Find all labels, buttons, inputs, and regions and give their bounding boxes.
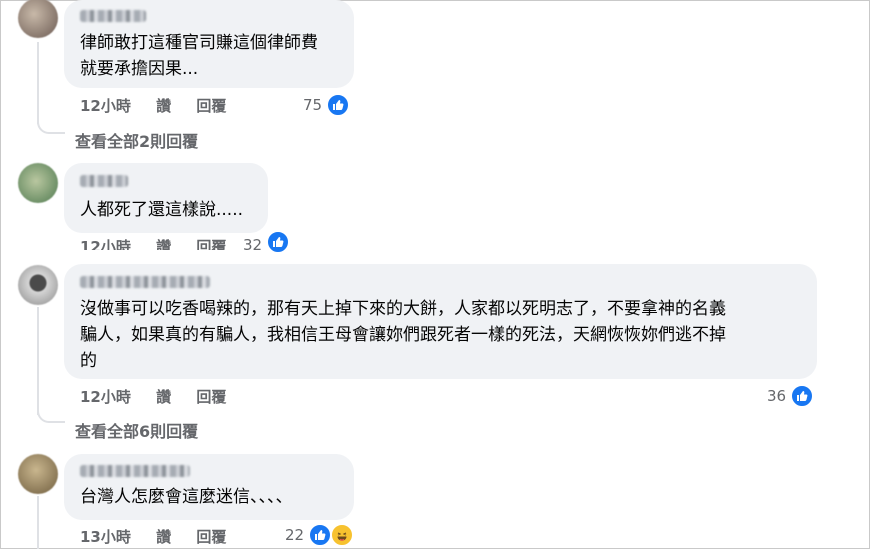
thumbs-up-icon — [326, 93, 351, 117]
reply-link[interactable]: 回覆 — [196, 238, 226, 250]
thumbs-up-icon — [266, 232, 291, 252]
thread-connector — [37, 118, 65, 134]
comment-text: 沒做事可以吃香喝辣的，那有天上掉下來的大餅，人家都以死明志了，不要拿神的名義 騙… — [80, 299, 726, 371]
reaction-count[interactable]: 36 — [767, 384, 815, 408]
comment-text: 台灣人怎麼會這麼迷信、、、、 — [80, 487, 293, 507]
reply-link[interactable]: 回覆 — [196, 388, 226, 406]
comment-text: 律師敢打這種官司賺這個律師費 就要承擔因果... — [80, 33, 318, 79]
reaction-count[interactable]: 32 — [243, 232, 291, 252]
thumbs-up-icon — [790, 384, 815, 408]
like-link[interactable]: 讚 — [156, 238, 171, 250]
view-all-replies[interactable]: 查看全部2則回覆 — [75, 128, 198, 152]
like-link[interactable]: 讚 — [156, 97, 171, 115]
commenter-name[interactable] — [80, 276, 210, 288]
comment-bubble: 沒做事可以吃香喝辣的，那有天上掉下來的大餅，人家都以死明志了，不要拿神的名義 騙… — [64, 264, 817, 379]
thread-connector — [37, 407, 65, 423]
reaction-count[interactable]: 22 — [285, 523, 355, 547]
like-count: 36 — [767, 387, 787, 405]
thread-line — [37, 42, 39, 124]
like-count: 22 — [285, 526, 305, 544]
comment-meta: 12小時 讚 回覆 — [80, 236, 246, 250]
like-link[interactable]: 讚 — [156, 388, 171, 406]
comment-meta: 13小時 讚 回覆 — [80, 526, 246, 547]
commenter-name[interactable] — [80, 465, 190, 477]
comment-time[interactable]: 12小時 — [80, 238, 131, 250]
comment-bubble: 律師敢打這種官司賺這個律師費 就要承擔因果... — [64, 0, 354, 88]
comment-time[interactable]: 13小時 — [80, 528, 131, 546]
haha-emoji-icon — [330, 523, 355, 547]
avatar[interactable] — [18, 454, 58, 494]
like-link[interactable]: 讚 — [156, 528, 171, 546]
comment-bubble: 人都死了還這樣說..... — [64, 163, 268, 233]
avatar[interactable] — [18, 265, 58, 305]
view-all-replies[interactable]: 查看全部6則回覆 — [75, 418, 198, 442]
like-count: 32 — [243, 236, 263, 252]
comment-time[interactable]: 12小時 — [80, 388, 131, 406]
reaction-count[interactable]: 75 — [303, 93, 351, 117]
like-count: 75 — [303, 96, 323, 114]
comment-meta: 12小時 讚 回覆 — [80, 95, 246, 116]
thread-line — [37, 496, 39, 549]
commenter-name[interactable] — [80, 10, 146, 22]
reply-link[interactable]: 回覆 — [196, 97, 226, 115]
comment-time[interactable]: 12小時 — [80, 97, 131, 115]
thumbs-up-icon — [308, 523, 333, 547]
avatar[interactable] — [18, 163, 58, 203]
comment-text: 人都死了還這樣說..... — [80, 200, 244, 220]
comment-bubble: 台灣人怎麼會這麼迷信、、、、 — [64, 454, 354, 520]
commenter-name[interactable] — [80, 175, 128, 187]
thread-line — [37, 307, 39, 415]
comment-meta: 12小時 讚 回覆 — [80, 386, 246, 407]
reply-link[interactable]: 回覆 — [196, 528, 226, 546]
